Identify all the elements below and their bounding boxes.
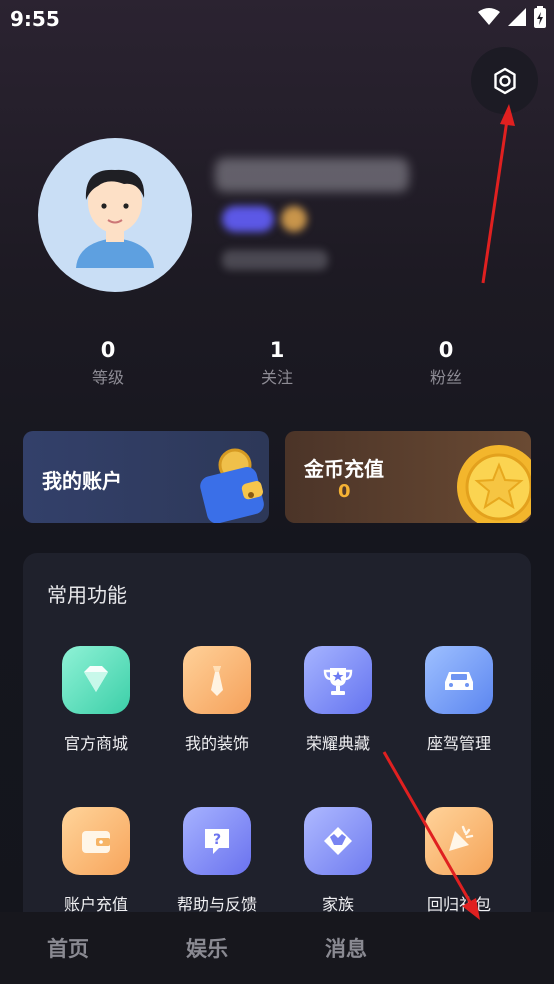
gift-icon [449,825,474,851]
function-family[interactable]: 家族 [278,807,398,915]
function-my-decoration[interactable]: 我的装饰 [157,646,277,754]
stat-label: 粉丝 [429,368,462,387]
status-bar: 9:55 [0,0,554,38]
svg-text:?: ? [213,832,221,848]
wifi-icon [478,8,500,25]
function-official-mall[interactable]: 官方商城 [36,646,156,754]
stat-value: 0 [438,338,454,362]
avatar[interactable] [38,138,192,292]
nav-tab-home[interactable]: 首页 [47,933,89,963]
card-title: 金币充值 [304,457,384,481]
signal-icon [508,8,526,26]
wallet-icon [200,448,264,523]
diamond-icon [84,666,108,692]
help-icon: ? [205,829,229,854]
function-account-recharge[interactable]: 账户充值 [36,807,156,915]
family-icon [324,827,352,855]
settings-button[interactable] [471,47,538,114]
trophy-icon [323,668,353,695]
car-icon [445,672,473,690]
stat-fans[interactable]: 0 粉丝 [386,338,506,388]
coin-recharge-card[interactable]: 金币充值 0 [285,431,531,523]
function-label: 官方商城 [63,734,128,753]
gear-icon [493,67,516,94]
avatar-image [76,169,154,268]
username-redacted [215,158,409,192]
function-vehicle-management[interactable]: 座驾管理 [399,646,519,754]
nav-tab-entertainment[interactable]: 娱乐 [186,933,228,963]
coin-balance: 0 [338,481,351,502]
level-badge-redacted [222,206,274,232]
function-label: 我的装饰 [184,734,249,753]
stat-value: 0 [100,338,116,362]
function-honor-collection[interactable]: 荣耀典藏 [278,646,398,754]
function-help-feedback[interactable]: ? 帮助与反馈 [157,807,277,915]
function-return-gift[interactable]: 回归礼包 [399,807,519,915]
function-label: 荣耀典藏 [305,734,370,753]
stat-following[interactable]: 1 关注 [217,338,337,388]
function-label: 座驾管理 [426,734,491,753]
common-functions-panel: 常用功能 官方商城 我的装饰 荣耀典藏 座驾管理 账户充值 ? 帮助与反馈 家族… [23,553,531,933]
card-title: 我的账户 [42,469,122,493]
user-id-redacted [222,250,328,270]
medal-badge-redacted [281,206,307,232]
arrow-to-settings [481,104,515,284]
coin-icon [457,445,531,523]
status-time: 9:55 [10,7,60,31]
bottom-nav: 首页 娱乐 消息 [0,912,554,984]
stat-level[interactable]: 0 等级 [48,338,168,388]
my-account-card[interactable]: 我的账户 [23,431,269,523]
section-title: 常用功能 [47,583,127,607]
stat-value: 1 [269,338,285,362]
wallet-icon [82,831,110,853]
battery-icon [534,6,546,28]
stat-label: 关注 [260,368,293,387]
stat-label: 等级 [91,368,124,387]
tie-icon [211,666,223,696]
nav-tab-messages[interactable]: 消息 [325,933,367,963]
